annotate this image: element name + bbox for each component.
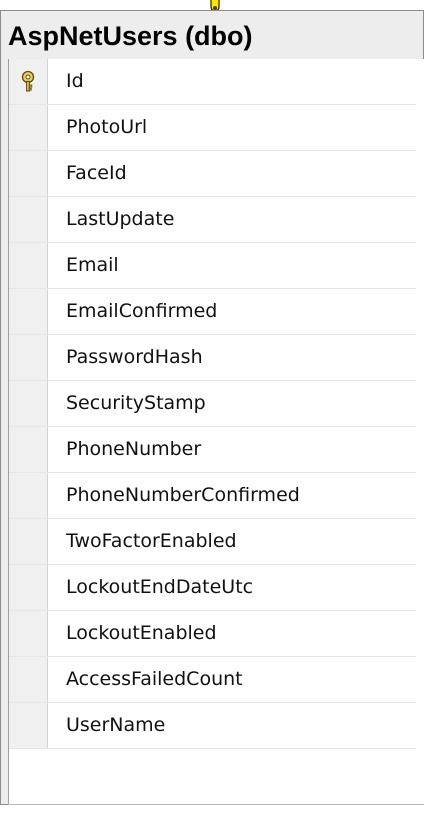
column-row[interactable]: LastUpdate	[9, 197, 416, 243]
column-name-accessfailedcount: AccessFailedCount	[66, 668, 243, 690]
column-row[interactable]: FaceId	[9, 151, 416, 197]
row-header[interactable]	[9, 59, 48, 104]
column-row[interactable]: PhotoUrl	[9, 105, 416, 151]
table-title[interactable]: AspNetUsers (dbo)	[8, 20, 253, 52]
column-name-lockoutenabled: LockoutEnabled	[66, 622, 217, 644]
column-row[interactable]: PhoneNumber	[9, 427, 416, 473]
empty-grid-space	[9, 749, 425, 805]
row-header[interactable]	[9, 611, 48, 656]
column-row[interactable]: Email	[9, 243, 416, 289]
column-row[interactable]: TwoFactorEnabled	[9, 519, 416, 565]
row-header[interactable]	[9, 703, 48, 748]
column-name-faceid: FaceId	[66, 162, 127, 184]
column-name-email: Email	[66, 254, 119, 276]
row-header[interactable]	[9, 427, 48, 472]
column-row[interactable]: SecurityStamp	[9, 381, 416, 427]
row-header[interactable]	[9, 105, 48, 150]
row-header[interactable]	[9, 335, 48, 380]
column-name-twofactorenabled: TwoFactorEnabled	[66, 530, 237, 552]
column-row[interactable]: AccessFailedCount	[9, 657, 416, 703]
column-row[interactable]: EmailConfirmed	[9, 289, 416, 335]
row-header[interactable]	[9, 197, 48, 242]
row-header[interactable]	[9, 565, 48, 610]
row-header[interactable]	[9, 657, 48, 702]
key-icon	[19, 70, 37, 94]
column-name-emailconfirmed: EmailConfirmed	[66, 300, 218, 322]
column-name-phonenumber: PhoneNumber	[66, 438, 202, 460]
column-row[interactable]: LockoutEndDateUtc	[9, 565, 416, 611]
column-name-photourl: PhotoUrl	[66, 116, 148, 138]
column-row[interactable]: LockoutEnabled	[9, 611, 416, 657]
grid-bottom-border	[8, 804, 424, 805]
row-header[interactable]	[9, 289, 48, 334]
column-row[interactable]: Id	[9, 59, 416, 105]
column-name-username: UserName	[66, 714, 166, 736]
row-header[interactable]	[9, 473, 48, 518]
column-name-lastupdate: LastUpdate	[66, 208, 175, 230]
column-name-id: Id	[66, 70, 84, 92]
column-row[interactable]: PasswordHash	[9, 335, 416, 381]
column-row[interactable]: UserName	[9, 703, 416, 749]
column-name-passwordhash: PasswordHash	[66, 346, 203, 368]
row-header[interactable]	[9, 381, 48, 426]
column-name-lockoutenddateutc: LockoutEndDateUtc	[66, 576, 254, 598]
column-grid[interactable]: Id PhotoUrl FaceId LastUpdate Email Emai	[8, 59, 425, 805]
diagram-canvas: AspNetUsers (dbo) Id PhotoUrl FaceId Las…	[0, 0, 438, 817]
column-row[interactable]: PhoneNumberConfirmed	[9, 473, 416, 519]
column-name-phonenumberconfirmed: PhoneNumberConfirmed	[66, 484, 300, 506]
row-header[interactable]	[9, 243, 48, 288]
column-list: Id PhotoUrl FaceId LastUpdate Email Emai	[9, 59, 416, 749]
column-name-securitystamp: SecurityStamp	[66, 392, 206, 414]
row-header[interactable]	[9, 519, 48, 564]
row-header[interactable]	[9, 151, 48, 196]
